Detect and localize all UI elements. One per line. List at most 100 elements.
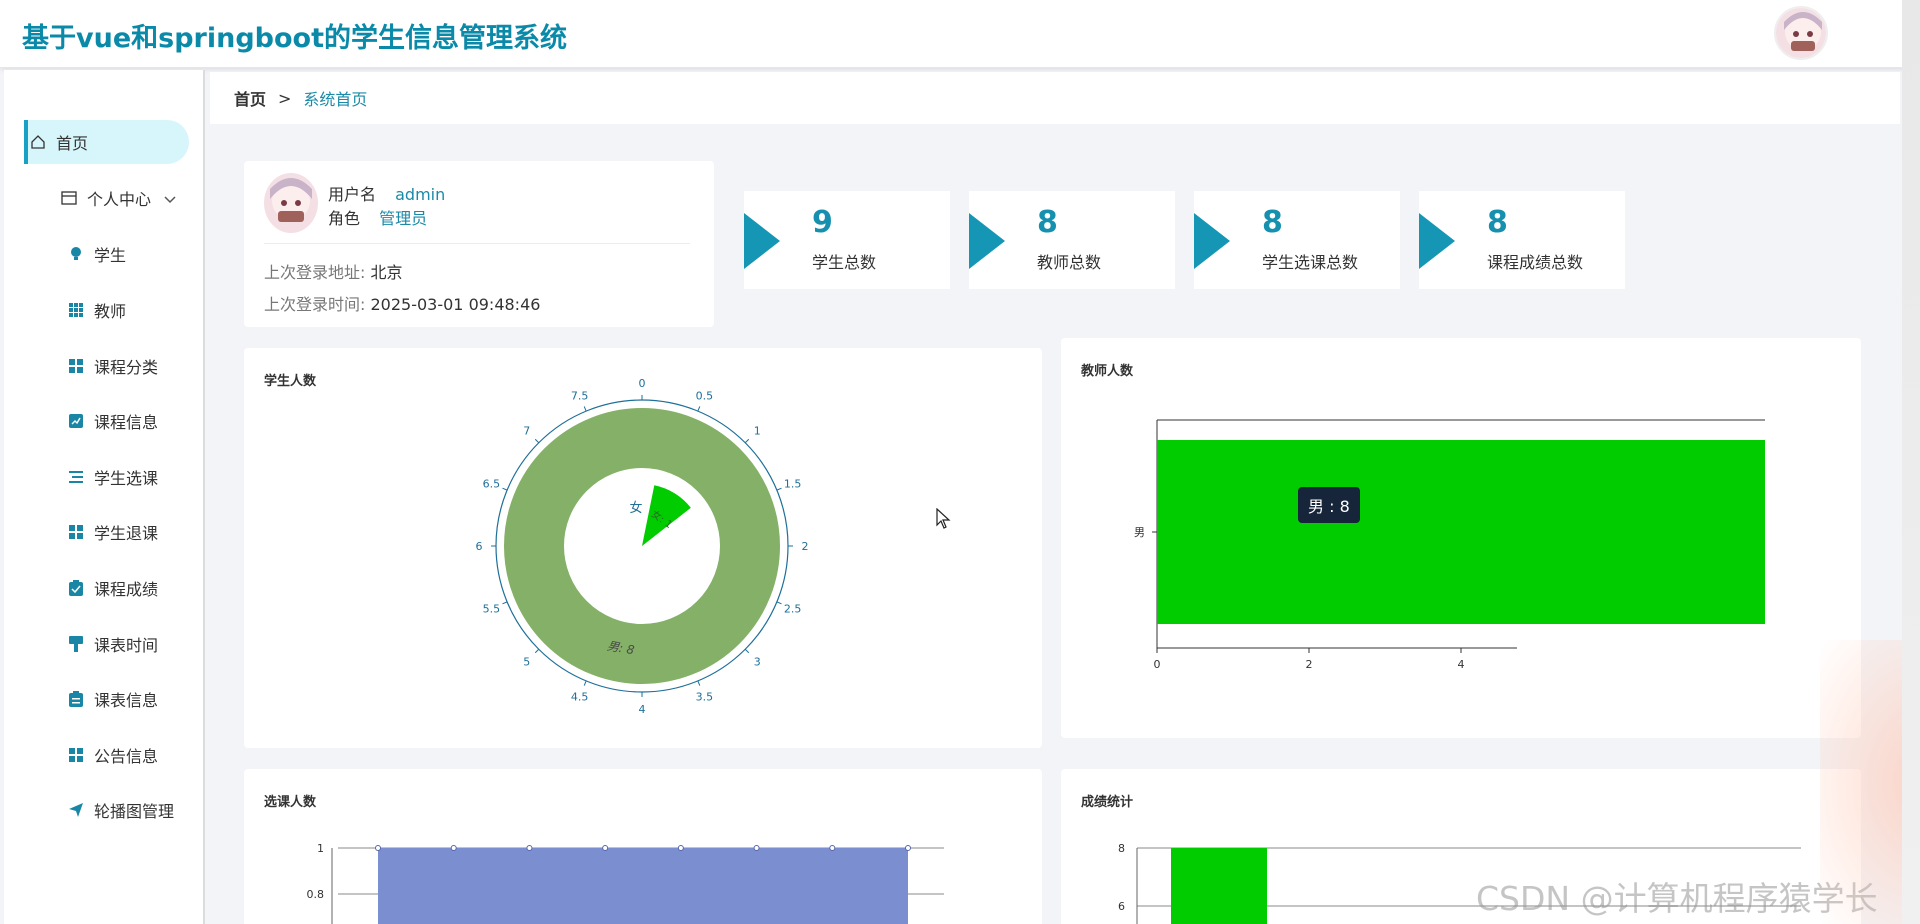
- angle-tick: [534, 648, 540, 654]
- angle-tick-label: 7.5: [571, 389, 589, 402]
- mouse-cursor-icon: [936, 507, 952, 534]
- angle-tick: [744, 648, 750, 654]
- role-label: 角色: [328, 209, 361, 228]
- data-point: [375, 845, 381, 851]
- breadcrumb: 首页 > 系统首页: [210, 72, 1900, 124]
- sidebar-item-schedule-info[interactable]: 课表信息: [24, 677, 189, 721]
- stat-card-teachers: 8 教师总数: [969, 191, 1175, 289]
- breadcrumb-current: 系统首页: [303, 90, 368, 109]
- chart-course-selection: 选课人数 1 0.8: [244, 769, 1042, 924]
- role-value: 管理员: [379, 209, 428, 228]
- angle-tick-label: 2.5: [784, 602, 802, 615]
- stat-value: 9: [812, 205, 833, 240]
- triangle-icon: [744, 213, 780, 269]
- angle-tick-label: 5.5: [483, 602, 501, 615]
- angle-tick: [534, 438, 540, 444]
- angle-tick: [583, 406, 587, 412]
- sidebar-item-course-grades[interactable]: 课程成绩: [24, 566, 189, 610]
- angle-tick: [776, 601, 782, 605]
- triangle-icon: [969, 213, 1005, 269]
- angle-tick-label: 4: [639, 703, 646, 716]
- header-avatar[interactable]: [1774, 6, 1828, 60]
- y-tick-label: 男: [1134, 526, 1145, 539]
- sidebar-item-schedule-time[interactable]: 课表时间: [24, 622, 189, 666]
- last-login-address: 北京: [370, 263, 403, 282]
- angle-tick-label: 6: [476, 540, 483, 553]
- chart-title: 成绩统计: [1081, 795, 1134, 810]
- user-avatar: [264, 173, 318, 233]
- divider: [264, 243, 690, 244]
- angle-tick-label: 2: [802, 540, 809, 553]
- data-point: [753, 845, 760, 851]
- sidebar-item-carousel[interactable]: 轮播图管理: [24, 788, 189, 832]
- stat-card-students: 9 学生总数: [744, 191, 950, 289]
- angle-tick-label: 1.5: [784, 478, 802, 491]
- angle-tick-label: 4.5: [571, 691, 589, 704]
- chart-icon: [66, 411, 86, 431]
- angle-tick-label: 7: [523, 425, 530, 438]
- chart-title: 学生人数: [264, 374, 317, 389]
- angle-tick-label: 3.5: [696, 691, 714, 704]
- chart-title: 教师人数: [1081, 364, 1134, 379]
- window-scrollbar[interactable]: [1902, 0, 1920, 924]
- x-tick-label: 4: [1458, 658, 1465, 671]
- angle-tick-label: 6.5: [483, 478, 501, 491]
- breadcrumb-separator: >: [278, 88, 292, 108]
- bar: [1157, 440, 1765, 624]
- angle-tick-label: 0: [639, 377, 646, 390]
- chart-teacher-count: 教师人数 0 2 4 男: [1061, 338, 1861, 738]
- sidebar-item-course-category[interactable]: 课程分类: [24, 344, 189, 388]
- sidebar-item-announcements[interactable]: 公告信息: [24, 733, 189, 777]
- polar-pie-chart: 00.511.522.533.544.555.566.577.5女女: 1男: …: [476, 377, 809, 716]
- angle-tick: [502, 487, 508, 491]
- angle-tick: [697, 406, 701, 412]
- sidebar-item-course-select[interactable]: 学生选课: [24, 455, 189, 499]
- angle-tick-label: 0.5: [696, 389, 714, 402]
- stat-label: 学生总数: [812, 253, 877, 272]
- sidebar-item-label: 轮播图管理: [94, 802, 175, 821]
- bulb-icon: [66, 244, 86, 264]
- home-icon: [28, 132, 48, 152]
- angle-tick-label: 5: [523, 655, 530, 668]
- sidebar-item-course-drop[interactable]: 学生退课: [24, 510, 189, 554]
- sidebar-item-label: 课程信息: [94, 413, 159, 432]
- sidebar-item-teachers[interactable]: 教师: [24, 288, 189, 332]
- sidebar-item-label: 课程分类: [94, 358, 159, 377]
- sidebar-item-label: 课表时间: [94, 636, 159, 655]
- card-icon: [59, 188, 79, 208]
- sidebar-item-profile[interactable]: 个人中心: [24, 176, 189, 220]
- sidebar-item-home[interactable]: 首页: [24, 120, 189, 164]
- user-info-card: 用户名 admin 角色 管理员 上次登录地址: 北京 上次登录时间: 2025…: [244, 161, 714, 327]
- y-tick-label: 0.8: [307, 888, 325, 901]
- angle-tick: [502, 601, 508, 605]
- angle-tick-label: 1: [754, 425, 761, 438]
- breadcrumb-home[interactable]: 首页: [234, 86, 266, 110]
- stat-label: 学生选课总数: [1262, 253, 1359, 272]
- brush-icon: [66, 634, 86, 654]
- chevron-down-icon: [163, 190, 177, 209]
- area-chart: 10.8: [307, 842, 944, 924]
- sidebar-item-label: 公告信息: [94, 747, 159, 766]
- area-fill: [378, 848, 908, 924]
- angle-tick: [583, 680, 587, 686]
- sidebar-item-students[interactable]: 学生: [24, 232, 189, 276]
- triangle-icon: [1194, 213, 1230, 269]
- stat-value: 8: [1037, 205, 1058, 240]
- angle-tick: [744, 438, 750, 444]
- sidebar-item-label: 学生: [94, 246, 127, 265]
- stat-label: 教师总数: [1037, 253, 1102, 272]
- chart-title: 选课人数: [264, 795, 317, 810]
- angle-tick: [776, 487, 782, 491]
- sidebar-item-label: 学生退课: [94, 524, 159, 543]
- sidebar-item-label: 首页: [56, 134, 89, 153]
- horizontal-bar-chart: 0 2 4 男: [1134, 419, 1765, 671]
- data-point: [450, 845, 457, 851]
- last-login-time-label: 上次登录时间:: [264, 295, 366, 314]
- data-point: [829, 845, 836, 851]
- grid-icon: [66, 300, 86, 320]
- sidebar-item-course-info[interactable]: 课程信息: [24, 399, 189, 443]
- bar: [1171, 848, 1267, 924]
- radius-axis-label: 女: [629, 500, 642, 516]
- watermark: CSDN @计算机程序猿学长: [1476, 879, 1878, 918]
- data-point: [905, 845, 911, 851]
